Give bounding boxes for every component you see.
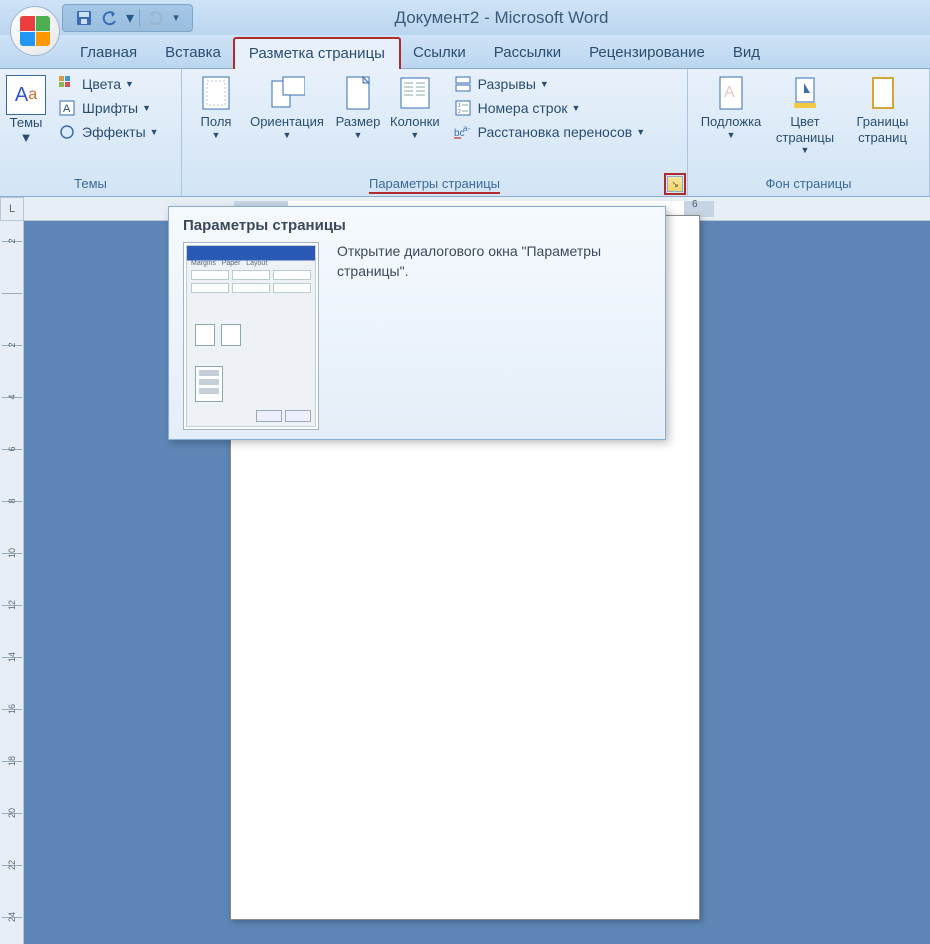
save-icon [75, 9, 93, 27]
margins-button[interactable]: Поля▼ [188, 73, 244, 142]
vertical-ruler[interactable]: 224681012141618202224 [0, 221, 24, 944]
tooltip-preview-icon: Margins Paper Layout [183, 242, 319, 430]
page-setup-tooltip: Параметры страницы Margins Paper Layout [168, 206, 666, 440]
tab-view[interactable]: Вид [719, 38, 774, 68]
launcher-icon: ↘ [671, 179, 679, 190]
ruler-label: 22 [7, 856, 17, 874]
redo-button[interactable] [144, 7, 166, 29]
office-logo-icon [20, 16, 50, 46]
effects-icon [58, 123, 76, 141]
qat-separator [139, 9, 140, 27]
chevron-down-icon: ▼ [20, 130, 33, 145]
orientation-icon [269, 75, 305, 111]
tab-mailings[interactable]: Рассылки [480, 38, 575, 68]
line-numbers-button[interactable]: 12 Номера строк▼ [448, 97, 652, 119]
line-numbers-icon: 12 [454, 99, 472, 117]
ruler-label: 16 [7, 700, 17, 718]
margins-icon [198, 75, 234, 111]
tab-home[interactable]: Главная [66, 38, 151, 68]
window-title: Документ2 - Microsoft Word [193, 8, 930, 28]
title-bar: ▾ ▾ Документ2 - Microsoft Word [0, 0, 930, 35]
tooltip-text: Открытие диалогового окна "Параметры стр… [337, 242, 651, 430]
page-setup-dialog-launcher[interactable]: ↘ [667, 176, 683, 192]
ruler-label: 10 [7, 544, 17, 562]
page-borders-button[interactable]: Границы страниц [842, 73, 923, 147]
themes-label: Темы [10, 115, 43, 130]
svg-text:a-: a- [463, 124, 470, 133]
office-button[interactable] [10, 6, 60, 56]
ruler-label: 4 [7, 388, 17, 406]
ruler-label: 2 [7, 336, 17, 354]
page-color-button[interactable]: Цвет страницы▼ [768, 73, 842, 158]
group-page-setup: Поля▼ Ориентация▼ Размер▼ Колонки▼ Разры… [182, 69, 688, 196]
undo-more-button[interactable]: ▾ [125, 7, 135, 29]
size-button[interactable]: Размер▼ [330, 73, 386, 142]
tab-review[interactable]: Рецензирование [575, 38, 719, 68]
ruler-label: 20 [7, 804, 17, 822]
ruler-label: 18 [7, 752, 17, 770]
ruler-corner[interactable]: L [0, 197, 24, 221]
columns-button[interactable]: Колонки▼ [386, 73, 444, 142]
watermark-icon: A [713, 75, 749, 111]
tab-insert[interactable]: Вставка [151, 38, 235, 68]
svg-text:A: A [724, 84, 735, 101]
qat-customize-button[interactable]: ▾ [170, 7, 182, 29]
hyphenation-button[interactable]: bca- Расстановка переносов▼ [448, 121, 652, 143]
watermark-button[interactable]: A Подложка▼ [694, 73, 768, 142]
svg-text:2: 2 [458, 109, 461, 115]
breaks-button[interactable]: Разрывы▼ [448, 73, 652, 95]
fonts-icon: A [58, 99, 76, 117]
ruler-label: 6 [7, 440, 17, 458]
theme-effects-button[interactable]: Эффекты▼ [52, 121, 165, 143]
ruler-label: 24 [7, 908, 17, 926]
ruler-marker: 6 [692, 199, 698, 210]
ribbon: Aa Темы ▼ Цвета▼ A Шрифты▼ Эффекты▼ Те [0, 69, 930, 197]
theme-fonts-button[interactable]: A Шрифты▼ [52, 97, 165, 119]
ruler-label: 12 [7, 596, 17, 614]
group-page-background: A Подложка▼ Цвет страницы▼ Границы стран… [688, 69, 930, 196]
group-themes: Aa Темы ▼ Цвета▼ A Шрифты▼ Эффекты▼ Те [0, 69, 182, 196]
save-button[interactable] [73, 7, 95, 29]
ribbon-tabs: Главная Вставка Разметка страницы Ссылки… [0, 35, 930, 69]
hyphenation-icon: bca- [454, 123, 472, 141]
ruler-label: 14 [7, 648, 17, 666]
size-icon [340, 75, 376, 111]
page-borders-icon [865, 75, 901, 111]
svg-text:A: A [63, 103, 71, 115]
group-themes-title: Темы [0, 174, 181, 196]
breaks-icon [454, 75, 472, 93]
orientation-button[interactable]: Ориентация▼ [244, 73, 330, 142]
tab-references[interactable]: Ссылки [399, 38, 480, 68]
undo-button[interactable] [99, 7, 121, 29]
themes-button[interactable]: Aa Темы ▼ [4, 73, 48, 147]
tooltip-title: Параметры страницы [183, 217, 651, 234]
undo-icon [101, 9, 119, 27]
themes-icon: Aa [6, 75, 46, 115]
redo-icon [146, 9, 164, 27]
page-color-icon [787, 75, 823, 111]
theme-colors-button[interactable]: Цвета▼ [52, 73, 165, 95]
quick-access-toolbar: ▾ ▾ [62, 4, 193, 32]
colors-icon [58, 75, 76, 93]
group-page-background-title: Фон страницы [688, 174, 929, 196]
ruler-label: 2 [7, 232, 17, 250]
group-page-setup-title: Параметры страницы [369, 176, 500, 194]
columns-icon [397, 75, 433, 111]
tab-page-layout[interactable]: Разметка страницы [233, 37, 401, 69]
ruler-label: 8 [7, 492, 17, 510]
